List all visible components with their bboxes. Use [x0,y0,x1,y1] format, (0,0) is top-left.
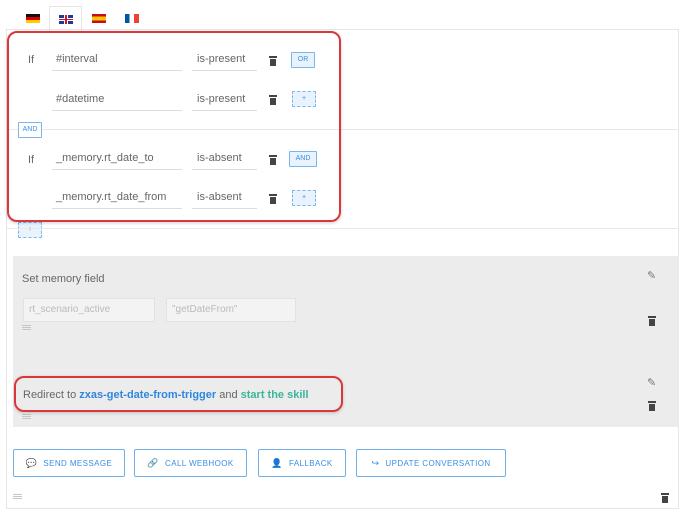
send-message-button[interactable]: 💬 SEND MESSAGE [13,449,125,477]
arrow-right-icon: ↪ [371,457,380,468]
drag-handle-icon[interactable] [13,494,22,499]
button-label: FALLBACK [288,458,333,468]
update-conversation-button[interactable]: ↪ UPDATE CONVERSATION [356,449,506,477]
add-group-button[interactable]: + [18,222,42,238]
memory-value-input[interactable]: "getDateFrom" [166,298,296,322]
flag-france-icon [124,13,139,23]
button-label: CALL WEBHOOK [165,458,234,468]
drag-handle-icon[interactable] [22,414,31,419]
flag-spain-icon [91,13,106,23]
fallback-button[interactable]: 👤 FALLBACK [258,449,346,477]
link-icon: 🔗 [147,457,160,468]
language-tab-de[interactable] [16,6,49,30]
flag-germany-icon [25,13,40,23]
edit-icon[interactable]: ✎ [647,378,657,389]
button-label: UPDATE CONVERSATION [385,458,491,468]
language-tab-fr[interactable] [115,6,148,30]
language-tab-gb[interactable] [49,6,82,31]
trash-icon[interactable] [648,316,656,326]
drag-handle-icon[interactable] [22,325,31,330]
trash-icon[interactable] [648,401,656,411]
person-icon: 👤 [271,457,283,468]
memory-action-panel: Set memory field ✎ rt_scenario_active "g… [13,256,679,369]
button-label: SEND MESSAGE [43,458,113,468]
language-tabs [16,6,148,31]
chat-bubble-icon: 💬 [25,457,38,468]
panel-title: Set memory field [22,273,105,285]
edit-icon[interactable]: ✎ [647,271,657,282]
flag-uk-icon [58,14,73,24]
redirect-highlight-outline [14,376,343,412]
language-tab-es[interactable] [82,6,115,30]
trash-icon[interactable] [661,493,669,503]
call-webhook-button[interactable]: 🔗 CALL WEBHOOK [134,449,247,477]
conditions-highlight-outline [7,31,341,222]
memory-key-input[interactable]: rt_scenario_active [23,298,155,322]
